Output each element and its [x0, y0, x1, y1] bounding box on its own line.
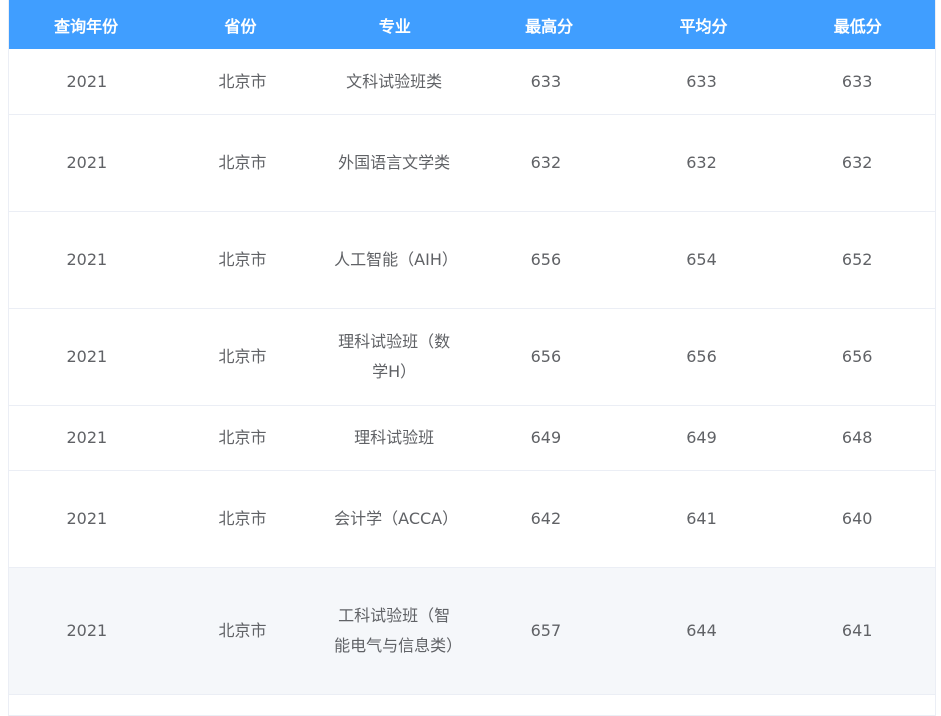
header-max-score: 最高分	[525, 16, 574, 36]
cell-major: 理科试验班（数学H）	[320, 309, 468, 405]
cell-province: 北京市	[218, 347, 267, 366]
cell-year: 2021	[66, 428, 108, 447]
cell-year: 2021	[66, 509, 108, 528]
cell-max-score: 657	[530, 621, 562, 640]
cell-year: 2021	[66, 347, 108, 366]
cell-province: 北京市	[218, 250, 267, 269]
major-text: 文科试验班类	[346, 71, 443, 91]
cell-min-score: 648	[841, 428, 873, 447]
cell-avg-score: 641	[686, 509, 717, 528]
table-row: 2021 北京市 工科试验班（智能电气与信息类） 657 644 641	[9, 568, 935, 695]
cell-province: 北京市	[218, 509, 267, 528]
cell-year: 2021	[66, 71, 108, 91]
cell-min-score: 640	[841, 509, 873, 528]
table-row: 2021 北京市 会计学（ACCA） 642 641 640	[9, 471, 935, 568]
cell-avg-score: 644	[686, 621, 717, 640]
cell-year: 2021	[66, 250, 108, 269]
table-row-partial	[9, 695, 935, 716]
header-min-score: 最低分	[833, 16, 882, 36]
table-row: 2021 北京市 外国语言文学类 632 632 632	[9, 115, 935, 212]
table-row: 2021 北京市 文科试验班类 633 633 633	[9, 49, 935, 115]
cell-max-score: 656	[530, 250, 562, 269]
major-text: 外国语言文学类	[338, 153, 451, 172]
header-major: 专业	[378, 16, 411, 36]
cell-province: 北京市	[218, 621, 267, 640]
cell-province: 北京市	[218, 153, 267, 172]
cell-major: 理科试验班	[320, 406, 468, 470]
table-row: 2021 北京市 人工智能（AIH） 656 654 652	[9, 212, 935, 309]
cell-min-score: 641	[841, 621, 873, 640]
major-text: 工科试验班（智能电气与信息类）	[334, 606, 463, 655]
cell-min-score: 656	[841, 347, 873, 366]
cell-avg-score: 633	[686, 71, 717, 91]
major-text: 会计学（ACCA）	[334, 509, 459, 528]
table-row: 2021 北京市 理科试验班 649 649 648	[9, 406, 935, 471]
major-text: 理科试验班（数学H）	[338, 332, 451, 381]
table-row: 2021 北京市 理科试验班（数学H） 656 656 656	[9, 309, 935, 406]
cell-avg-score: 632	[686, 153, 717, 172]
cell-major: 会计学（ACCA）	[320, 471, 468, 567]
major-text: 人工智能（AIH）	[334, 250, 458, 269]
cell-min-score: 652	[841, 250, 873, 269]
cell-year: 2021	[66, 621, 108, 640]
table-header: 查询年份 省份 专业 最高分 平均分 最低分	[9, 0, 935, 49]
cell-major: 工科试验班（智能电气与信息类）	[320, 568, 468, 694]
header-year: 查询年份	[54, 16, 119, 36]
major-text: 理科试验班	[354, 428, 435, 447]
header-avg-score: 平均分	[679, 16, 728, 36]
cell-year: 2021	[66, 153, 108, 172]
cell-major: 人工智能（AIH）	[320, 212, 468, 308]
cell-province: 北京市	[218, 71, 267, 91]
cell-max-score: 633	[530, 71, 562, 91]
cell-avg-score: 654	[686, 250, 717, 269]
cell-major: 文科试验班类	[320, 49, 468, 114]
cell-avg-score: 649	[686, 428, 717, 447]
cell-province: 北京市	[218, 428, 267, 447]
cell-max-score: 649	[530, 428, 562, 447]
cell-min-score: 632	[841, 153, 873, 172]
cell-major: 外国语言文学类	[320, 115, 468, 211]
cell-max-score: 632	[530, 153, 562, 172]
cell-avg-score: 656	[686, 347, 717, 366]
cell-min-score: 633	[841, 71, 873, 91]
cell-max-score: 656	[530, 347, 562, 366]
header-province: 省份	[224, 16, 257, 36]
cell-max-score: 642	[530, 509, 562, 528]
score-table: 查询年份 省份 专业 最高分 平均分 最低分 2021 北京市 文科试验班类 6…	[8, 0, 936, 716]
